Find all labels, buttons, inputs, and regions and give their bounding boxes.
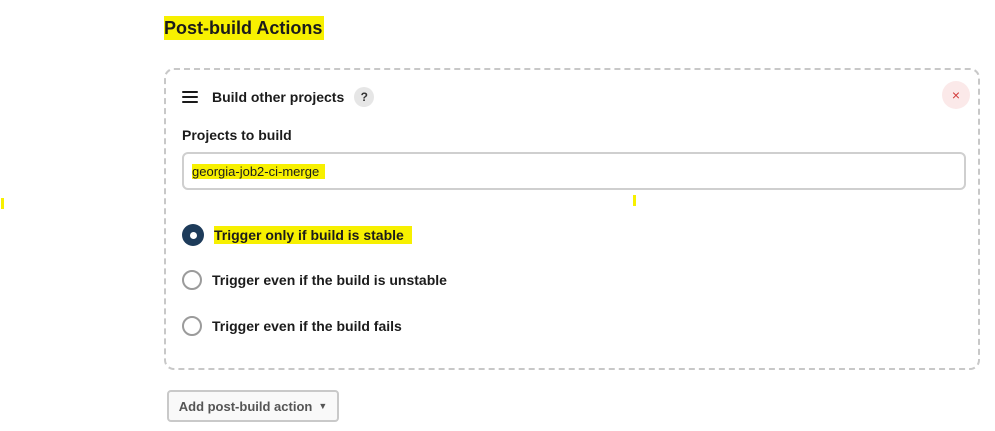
projects-to-build-input[interactable]: georgia-job2-ci-merge [182, 152, 966, 190]
page: Post-build Actions Build other projects … [0, 0, 995, 431]
add-post-build-action-label: Add post-build action [178, 398, 313, 414]
card-title: Build other projects [212, 89, 345, 105]
trigger-stable-label: Trigger only if build is stable [214, 226, 412, 244]
highlight-mark [1, 198, 4, 209]
radio-button[interactable] [182, 270, 202, 290]
chevron-down-icon: ▼ [318, 401, 328, 411]
radio-button-checked[interactable] [182, 224, 204, 246]
radio-button[interactable] [182, 316, 202, 336]
help-icon[interactable]: ? [354, 87, 375, 107]
projects-to-build-value: georgia-job2-ci-merge [192, 163, 326, 179]
trigger-stable-option[interactable]: Trigger only if build is stable [182, 224, 412, 246]
card-header: Build other projects ? [182, 86, 375, 108]
projects-to-build-label: Projects to build [182, 127, 292, 143]
drag-handle-icon[interactable] [182, 91, 198, 103]
trigger-unstable-label: Trigger even if the build is unstable [212, 272, 447, 288]
build-other-projects-card: Build other projects ? × Projects to bui… [164, 68, 980, 370]
add-post-build-action-button[interactable]: Add post-build action ▼ [167, 390, 339, 422]
section-title: Post-build Actions [164, 16, 325, 40]
trigger-fails-option[interactable]: Trigger even if the build fails [182, 315, 402, 337]
close-icon[interactable]: × [942, 81, 970, 109]
trigger-fails-label: Trigger even if the build fails [212, 318, 402, 334]
trigger-unstable-option[interactable]: Trigger even if the build is unstable [182, 269, 447, 291]
